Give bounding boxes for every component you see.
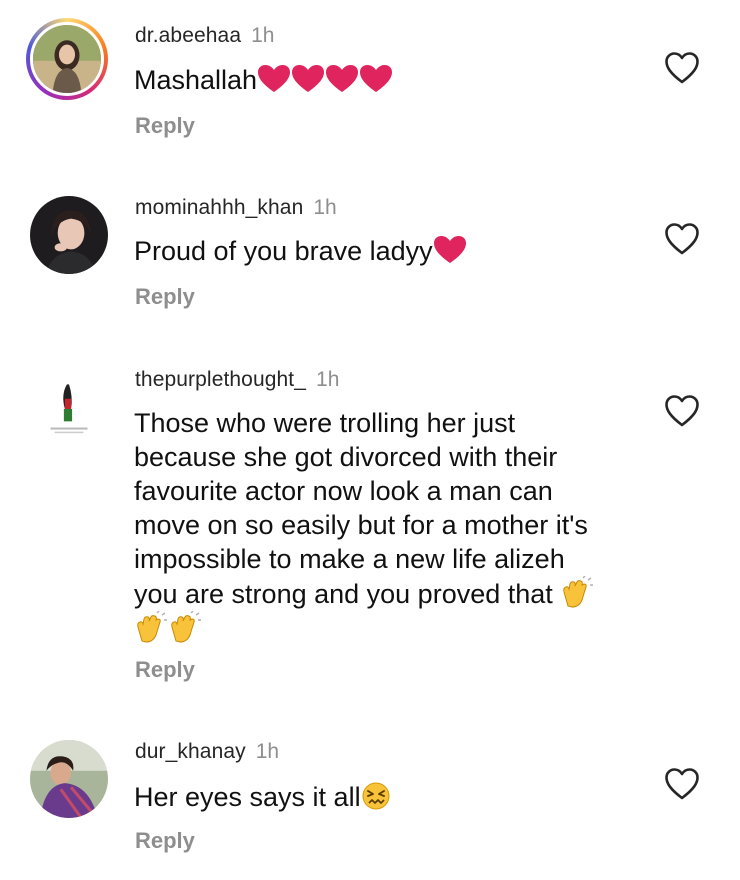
comment-line: favourite actor now look a man can [134, 476, 553, 506]
avatar-photo [30, 368, 108, 446]
like-button[interactable] [664, 767, 700, 801]
clapping-hands-emoji [560, 576, 594, 608]
comment-body: Her eyes says it all [134, 782, 361, 812]
username[interactable]: mominahhh_khan [135, 196, 303, 219]
avatar-photo [30, 196, 108, 274]
heart-outline-icon [665, 395, 699, 427]
avatar[interactable] [30, 368, 108, 446]
comment-item: mominahhh_khan 1h Proud of you brave lady… [0, 170, 740, 340]
username[interactable]: dur_khanay [135, 740, 246, 763]
timestamp: 1h [251, 24, 275, 47]
heart-outline-icon [665, 52, 699, 84]
red-heart-emoji [291, 64, 325, 94]
comment-meta: dr.abeehaa 1h [135, 24, 274, 48]
username[interactable]: dr.abeehaa [135, 24, 241, 47]
comment-item: thepurplethought_ 1h Those who were troll… [0, 340, 740, 720]
comment-body: Mashallah [134, 65, 258, 95]
avatar-photo [33, 25, 101, 93]
comment-text: Those who were trolling her just because… [134, 406, 644, 646]
comment-line: you are strong and you proved that [134, 576, 644, 611]
comment-line [134, 611, 644, 646]
comment-item: dr.abeehaa 1h Mashallah Reply [0, 0, 740, 170]
comment-line: move on so easily but for a mother it's [134, 510, 588, 540]
comment-text: Proud of you brave ladyy [134, 234, 634, 268]
comment-line-text: you are strong and you proved that [134, 579, 553, 609]
timestamp: 1h [316, 368, 340, 391]
comment-line: Those who were trolling her just [134, 408, 516, 438]
like-button[interactable] [664, 394, 700, 428]
heart-outline-icon [665, 768, 699, 800]
comment-line: because she got divorced with their [134, 442, 558, 472]
comment-line: impossible to make a new life alizeh [134, 544, 565, 574]
red-heart-emoji [257, 64, 291, 94]
red-heart-emoji [325, 64, 359, 94]
clapping-hands-emoji [134, 611, 168, 643]
reply-button[interactable]: Reply [135, 284, 195, 310]
comment-meta: dur_khanay 1h [135, 740, 279, 764]
timestamp: 1h [255, 740, 280, 763]
reply-button[interactable]: Reply [135, 113, 195, 139]
red-heart-emoji [359, 64, 393, 94]
like-button[interactable] [664, 222, 700, 256]
comment-meta: thepurplethought_ 1h [135, 368, 339, 392]
comment-meta: mominahhh_khan 1h [135, 196, 337, 220]
reply-button[interactable]: Reply [135, 657, 195, 683]
red-heart-emoji [433, 235, 467, 265]
reply-button[interactable]: Reply [135, 828, 195, 854]
username[interactable]: thepurplethought_ [135, 368, 306, 391]
avatar-photo [30, 740, 108, 818]
confounded-face-emoji [361, 781, 391, 811]
heart-outline-icon [665, 223, 699, 255]
avatar[interactable] [26, 18, 108, 100]
comment-text: Mashallah [134, 63, 634, 97]
comment-item: dur_khanay 1h Her eyes says it all Reply [0, 720, 740, 880]
avatar[interactable] [30, 196, 108, 274]
comment-text: Her eyes says it all [134, 780, 634, 814]
comment-body: Proud of you brave ladyy [134, 236, 433, 266]
like-button[interactable] [664, 51, 700, 85]
avatar[interactable] [30, 740, 108, 818]
timestamp: 1h [313, 196, 337, 219]
clapping-hands-emoji [168, 611, 202, 643]
